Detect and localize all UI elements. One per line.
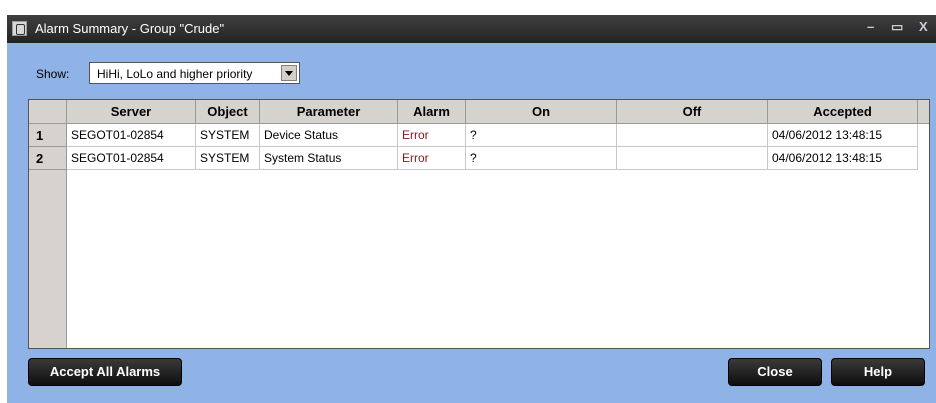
column-header-accepted[interactable]: Accepted: [768, 100, 918, 124]
cell-parameter[interactable]: Device Status: [260, 124, 398, 147]
column-header-object[interactable]: Object: [196, 100, 260, 124]
table-header: Server Object Parameter Alarm On Off Acc…: [29, 100, 929, 124]
cell-accepted[interactable]: 04/06/2012 13:48:15: [768, 147, 918, 170]
priority-filter-select[interactable]: HiHi, LoLo and higher priority: [89, 62, 300, 84]
header-filler: [918, 100, 929, 124]
corner-header: [29, 100, 67, 124]
row-number[interactable]: 1: [29, 124, 67, 147]
cell-object[interactable]: SYSTEM: [196, 147, 260, 170]
alarm-summary-window: Alarm Summary - Group "Crude" – ▭ X Show…: [7, 15, 936, 403]
cell-accepted[interactable]: 04/06/2012 13:48:15: [768, 124, 918, 147]
accept-all-alarms-button[interactable]: Accept All Alarms: [28, 358, 182, 386]
cell-off[interactable]: [617, 147, 768, 170]
priority-filter-value: HiHi, LoLo and higher priority: [97, 67, 253, 81]
row-number[interactable]: 2: [29, 147, 67, 170]
app-icon: [12, 21, 27, 36]
alarm-table: Server Object Parameter Alarm On Off Acc…: [28, 99, 930, 349]
close-button[interactable]: Close: [728, 358, 822, 386]
column-header-off[interactable]: Off: [617, 100, 768, 124]
cell-alarm[interactable]: Error: [398, 124, 466, 147]
column-header-alarm[interactable]: Alarm: [398, 100, 466, 124]
cell-alarm[interactable]: Error: [398, 147, 466, 170]
show-filter-label: Show:: [36, 67, 70, 81]
help-button[interactable]: Help: [831, 358, 925, 386]
close-window-button[interactable]: X: [919, 19, 928, 34]
cell-parameter[interactable]: System Status: [260, 147, 398, 170]
column-header-on[interactable]: On: [466, 100, 617, 124]
title-bar[interactable]: Alarm Summary - Group "Crude" – ▭ X: [7, 15, 936, 43]
column-header-server[interactable]: Server: [67, 100, 196, 124]
maximize-button[interactable]: ▭: [891, 19, 903, 35]
cell-server[interactable]: SEGOT01-02854: [67, 147, 196, 170]
chevron-down-icon[interactable]: [281, 65, 297, 81]
column-header-parameter[interactable]: Parameter: [260, 100, 398, 124]
cell-off[interactable]: [617, 124, 768, 147]
cell-server[interactable]: SEGOT01-02854: [67, 124, 196, 147]
cell-object[interactable]: SYSTEM: [196, 124, 260, 147]
cell-on[interactable]: ?: [466, 124, 617, 147]
cell-on[interactable]: ?: [466, 147, 617, 170]
window-title: Alarm Summary - Group "Crude": [35, 21, 225, 36]
minimize-button[interactable]: –: [867, 19, 874, 34]
